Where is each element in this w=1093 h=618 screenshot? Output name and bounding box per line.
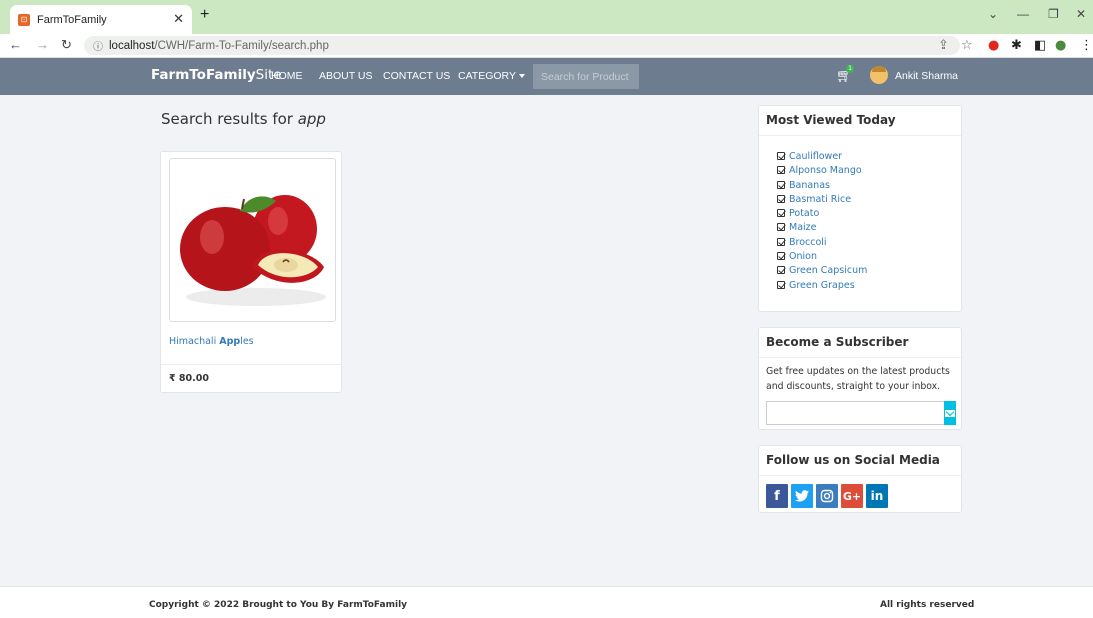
nav-contact-us[interactable]: CONTACT US [383,70,450,82]
search-query: app [297,110,326,128]
site-brand[interactable]: FarmToFamilySite [151,67,282,83]
browser-menu-icon[interactable]: ⋮ [1080,38,1093,53]
subscriber-description: Get free updates on the latest products … [766,366,950,392]
subscribe-form [766,401,956,425]
check-square-icon [777,252,785,261]
most-viewed-link[interactable]: Maize [789,222,817,233]
facebook-icon[interactable]: f [766,484,788,508]
linkedin-icon[interactable]: in [866,484,888,508]
check-square-icon [777,223,785,232]
new-tab-icon[interactable]: + [200,6,209,24]
social-title: Follow us on Social Media [759,446,961,476]
site-favicon-icon: ⊡ [18,13,30,26]
card-divider [161,364,341,365]
list-item: Potato [777,207,961,221]
user-avatar[interactable] [870,66,888,84]
page-footer: Copyright © 2022 Brought to You By FarmT… [0,586,1093,618]
close-tab-icon[interactable]: ✕ [173,12,184,27]
product-card[interactable]: Himachali Apples ₹ 80.00 [160,151,342,393]
twitter-icon[interactable] [791,484,813,508]
address-bar: ← → ↻ ⓘ localhost/CWH/Farm-To-Family/sea… [0,34,1093,58]
most-viewed-link[interactable]: Alponso Mango [789,165,862,176]
url-field[interactable]: ⓘ localhost/CWH/Farm-To-Family/search.ph… [84,36,960,55]
product-price: ₹ 80.00 [169,373,209,384]
check-square-icon [777,209,785,218]
list-item: Green Grapes [777,279,961,293]
caret-down-icon [518,74,525,79]
subscriber-panel: Become a Subscriber Get free updates on … [758,327,962,430]
most-viewed-link[interactable]: Bananas [789,180,830,191]
google-plus-icon[interactable]: G+ [841,484,863,508]
most-viewed-panel: Most Viewed Today Cauliflower Alponso Ma… [758,105,962,312]
cart-count-badge: 1 [846,65,854,73]
opera-extension-icon[interactable]: ● [988,38,999,53]
check-square-icon [777,152,785,160]
social-panel: Follow us on Social Media f G+ in [758,445,962,513]
check-square-icon [777,280,785,289]
tab-search-icon[interactable]: ⌄ [988,7,998,21]
list-item: Alponso Mango [777,164,961,178]
list-item: Green Capsicum [777,264,961,278]
url-host: localhost [109,39,155,52]
share-icon[interactable]: ⇪ [938,38,949,53]
most-viewed-list: Cauliflower Alponso Mango Bananas Basmat… [759,136,961,293]
check-square-icon [777,237,785,246]
most-viewed-link[interactable]: Cauliflower [789,151,842,162]
minimize-icon[interactable]: — [1017,7,1029,21]
most-viewed-link[interactable]: Green Grapes [789,280,855,291]
list-item: Broccoli [777,236,961,250]
subscribe-button[interactable] [944,401,956,425]
restore-icon[interactable]: ❐ [1048,7,1059,21]
tab-title: FarmToFamily [37,13,107,26]
most-viewed-link[interactable]: Broccoli [789,237,827,248]
browser-tab-bar: ⊡ FarmToFamily ✕ + ⌄ — ❐ ✕ [0,0,1093,34]
check-square-icon [777,180,785,189]
most-viewed-link[interactable]: Basmati Rice [789,194,851,205]
list-item: Onion [777,250,961,264]
profile-avatar-icon[interactable]: ● [1055,38,1066,53]
most-viewed-title: Most Viewed Today [759,106,961,136]
close-window-icon[interactable]: ✕ [1076,7,1086,21]
url-path: /CWH/Farm-To-Family/search.php [154,39,329,52]
most-viewed-link[interactable]: Onion [789,251,817,262]
product-image[interactable] [169,158,336,322]
browser-tab[interactable]: ⊡ FarmToFamily ✕ [10,5,192,34]
bookmark-star-icon[interactable]: ☆ [961,38,973,53]
side-panel-icon[interactable]: ◧ [1034,38,1046,53]
most-viewed-link[interactable]: Potato [789,208,819,219]
nav-home[interactable]: HOME [271,70,303,82]
nav-category-dropdown[interactable]: CATEGORY [458,70,525,82]
user-name[interactable]: Ankit Sharma [895,70,958,82]
list-item: Basmati Rice [777,193,961,207]
subscriber-title: Become a Subscriber [759,328,961,358]
extensions-puzzle-icon[interactable]: ✱ [1011,38,1022,53]
site-info-icon[interactable]: ⓘ [93,38,103,53]
back-icon[interactable]: ← [9,37,22,52]
check-square-icon [777,166,785,175]
check-square-icon [777,266,785,275]
reload-icon[interactable]: ↻ [61,37,72,53]
social-links: f G+ in [766,484,888,508]
footer-rights: All rights reserved [880,600,975,610]
most-viewed-link[interactable]: Green Capsicum [789,265,867,276]
search-results-heading: Search results for app [161,110,326,128]
envelope-icon [945,409,955,417]
nav-about-us[interactable]: ABOUT US [319,70,372,82]
forward-icon[interactable]: → [36,37,49,52]
product-search-input[interactable] [533,64,639,89]
list-item: Bananas [777,179,961,193]
list-item: Cauliflower [777,150,961,164]
footer-copyright: Copyright © 2022 Brought to You By FarmT… [149,600,408,610]
list-item: Maize [777,221,961,235]
product-name-link[interactable]: Himachali Apples [169,336,254,347]
check-square-icon [777,194,785,203]
subscribe-email-input[interactable] [766,401,944,425]
instagram-icon[interactable] [816,484,838,508]
